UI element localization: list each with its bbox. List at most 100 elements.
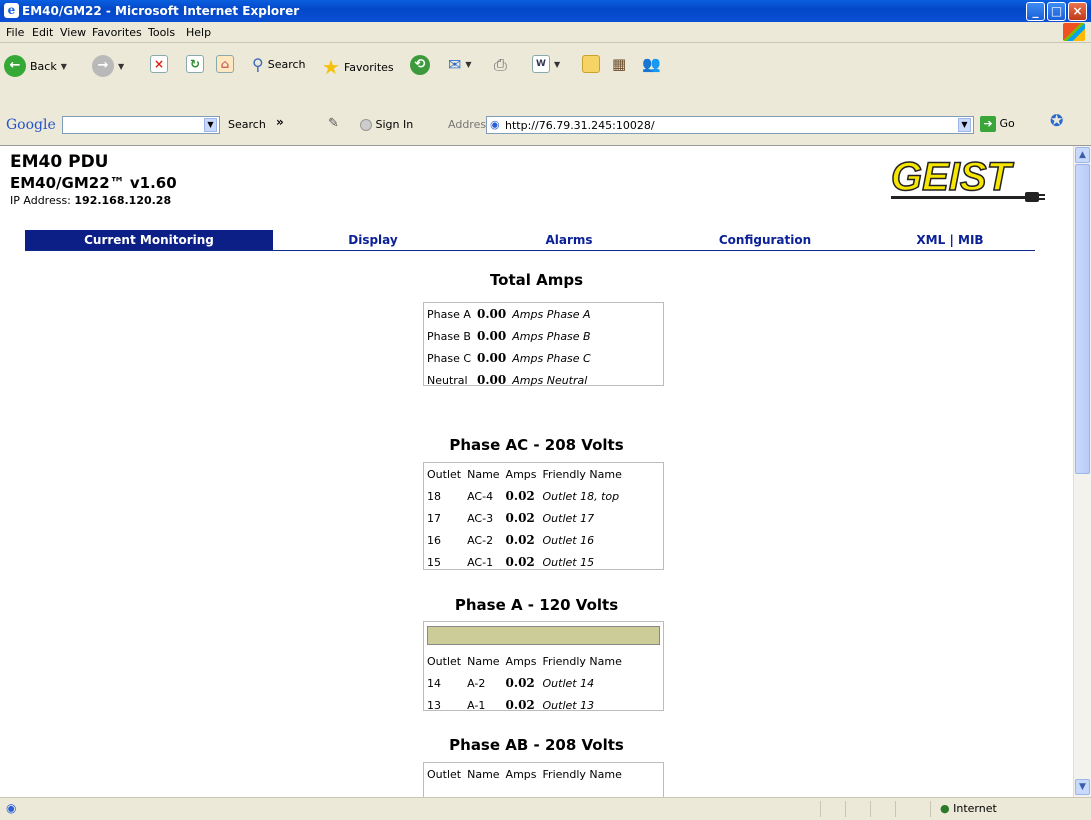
phase-label: Phase C — [427, 351, 472, 365]
tab-current-monitoring[interactable]: Current Monitoring — [25, 230, 273, 250]
folder-button[interactable] — [582, 55, 600, 73]
outlet-name: A-2 — [467, 676, 486, 690]
scroll-up-icon[interactable]: ▲ — [1075, 147, 1090, 163]
more-chevron-icon[interactable]: » — [276, 115, 284, 129]
research-button[interactable]: ▦ — [612, 55, 626, 73]
col-friendly-name: Friendly Name — [542, 654, 622, 668]
amps-value: 0.00 — [477, 329, 507, 343]
google-search-input[interactable]: ▼ — [62, 116, 220, 134]
wrench-icon[interactable]: ✎ — [328, 116, 339, 131]
menu-help[interactable]: Help — [186, 26, 211, 39]
edit-dropdown-icon[interactable]: ▼ — [554, 60, 560, 69]
history-button[interactable]: ⟲ — [410, 55, 430, 75]
messenger-button[interactable]: 👥 — [642, 55, 661, 73]
menu-bar: File Edit View Favorites Tools Help — [0, 22, 1091, 43]
tab-configuration[interactable]: Configuration — [665, 230, 865, 250]
menu-view[interactable]: View — [60, 26, 86, 39]
print-button[interactable]: ⎙ — [494, 55, 507, 75]
phase-ab-table: Outlet Name Amps Friendly Name — [423, 762, 664, 797]
phase-a-title: Phase A - 120 Volts — [454, 596, 619, 614]
scroll-down-icon[interactable]: ▼ — [1075, 779, 1090, 795]
vertical-scrollbar[interactable]: ▲ ▼ — [1073, 146, 1091, 797]
edit-button[interactable]: W ▼ — [532, 55, 560, 73]
sign-in-button[interactable]: Sign In — [360, 118, 413, 131]
back-dropdown-icon[interactable]: ▼ — [61, 62, 67, 71]
sign-in-label: Sign In — [375, 118, 414, 131]
history-icon: ⟲ — [410, 55, 430, 75]
forward-button[interactable]: → ▼ — [92, 55, 124, 77]
search-button[interactable]: ⚲ Search — [252, 55, 306, 74]
outlet-name: AC-3 — [467, 511, 494, 525]
outlet-friendly-name: Outlet 14 — [542, 676, 595, 690]
go-arrow-icon: ➔ — [980, 116, 996, 132]
outlet-number: 15 — [427, 555, 441, 569]
refresh-button[interactable]: ↻ — [186, 55, 204, 73]
tab-display[interactable]: Display — [273, 230, 473, 250]
ip-address: IP Address: 192.168.120.28 — [10, 194, 172, 207]
col-amps: Amps — [505, 467, 537, 481]
page-status-icon: ◉ — [6, 801, 17, 815]
outlet-name: AC-4 — [467, 489, 494, 503]
favorites-button[interactable]: ★ Favorites — [322, 55, 394, 79]
table-header: Outlet Name Amps Friendly Name — [424, 650, 625, 672]
messenger-icon: 👥 — [642, 55, 661, 73]
sign-in-icon — [360, 119, 372, 131]
pdu-header: EM40 PDU EM40/GM22™ v1.60 IP Address: 19… — [10, 152, 177, 207]
go-label: Go — [999, 117, 1015, 130]
maximize-button[interactable]: □ — [1047, 2, 1066, 21]
address-input[interactable]: ◉ http://76.79.31.245:10028/ ▼ — [486, 116, 974, 134]
mail-dropdown-icon[interactable]: ▼ — [465, 60, 471, 69]
menu-file[interactable]: File — [6, 26, 24, 39]
tab-xml-mib[interactable]: XML | MIB — [865, 230, 1035, 250]
address-dropdown-icon[interactable]: ▼ — [958, 118, 971, 132]
status-cell — [845, 801, 846, 817]
menu-tools[interactable]: Tools — [148, 26, 175, 39]
stop-button[interactable]: × — [150, 55, 168, 73]
forward-dropdown-icon[interactable]: ▼ — [118, 62, 124, 71]
phase-label: Neutral — [427, 373, 468, 387]
folder-icon — [582, 55, 600, 73]
tab-alarms[interactable]: Alarms — [473, 230, 665, 250]
minimize-button[interactable]: _ — [1026, 2, 1045, 21]
menu-edit[interactable]: Edit — [32, 26, 53, 39]
col-friendly-name: Friendly Name — [542, 767, 622, 781]
menu-favorites[interactable]: Favorites — [92, 26, 142, 39]
outlet-amps: 0.02 — [505, 489, 535, 503]
phase-label: Phase A — [427, 307, 471, 321]
phase-a-table: Outlet Name Amps Friendly Name 14 A-2 0.02 Out… — [423, 621, 664, 712]
chevron-down-icon[interactable]: ▼ — [204, 118, 217, 132]
outlet-friendly-name: Outlet 17 — [542, 511, 595, 525]
mail-icon: ✉ — [448, 55, 462, 74]
table-row: 17 AC-3 0.02 Outlet 17 — [424, 507, 625, 529]
amps-desc: Amps Neutral — [512, 373, 588, 387]
home-icon: ⌂ — [216, 55, 234, 73]
status-cell — [820, 801, 821, 817]
ie-icon: e — [4, 3, 19, 18]
table-row: 14 A-2 0.02 Outlet 14 — [424, 672, 625, 694]
table-row: 18 AC-4 0.02 Outlet 18, top — [424, 485, 625, 507]
links-icon[interactable]: ✪ — [1050, 111, 1063, 130]
phase-ac-table: Outlet Name Amps Friendly Name 18 AC-4 0.02 Ou… — [423, 462, 664, 570]
scrollbar-thumb[interactable] — [1075, 164, 1090, 474]
home-button[interactable]: ⌂ — [216, 55, 234, 73]
col-outlet: Outlet — [427, 654, 462, 668]
table-row: Phase C 0.00 Amps Phase C — [424, 347, 594, 369]
outlet-amps: 0.02 — [505, 555, 535, 569]
col-outlet: Outlet — [427, 767, 462, 781]
mail-button[interactable]: ✉ ▼ — [448, 55, 472, 74]
security-zone: ● Internet — [940, 802, 997, 815]
go-button[interactable]: ➔ Go — [980, 116, 1015, 132]
page-title: EM40 PDU — [10, 152, 109, 172]
total-amps-table: Phase A 0.00 Amps Phase A Phase B 0.00 Amps … — [423, 302, 664, 387]
outlet-friendly-name: Outlet 16 — [542, 533, 595, 547]
page-icon: ◉ — [490, 118, 500, 131]
phase-label: Phase B — [427, 329, 471, 343]
google-search-button[interactable]: Search — [228, 118, 266, 131]
outlet-name: A-1 — [467, 698, 486, 712]
close-button[interactable]: × — [1068, 2, 1087, 21]
globe-icon: ● — [940, 802, 950, 815]
stop-icon: × — [150, 55, 168, 73]
phase-ab-title: Phase AB - 208 Volts — [449, 736, 624, 754]
col-outlet: Outlet — [427, 467, 462, 481]
back-button[interactable]: ← Back ▼ — [4, 55, 67, 77]
